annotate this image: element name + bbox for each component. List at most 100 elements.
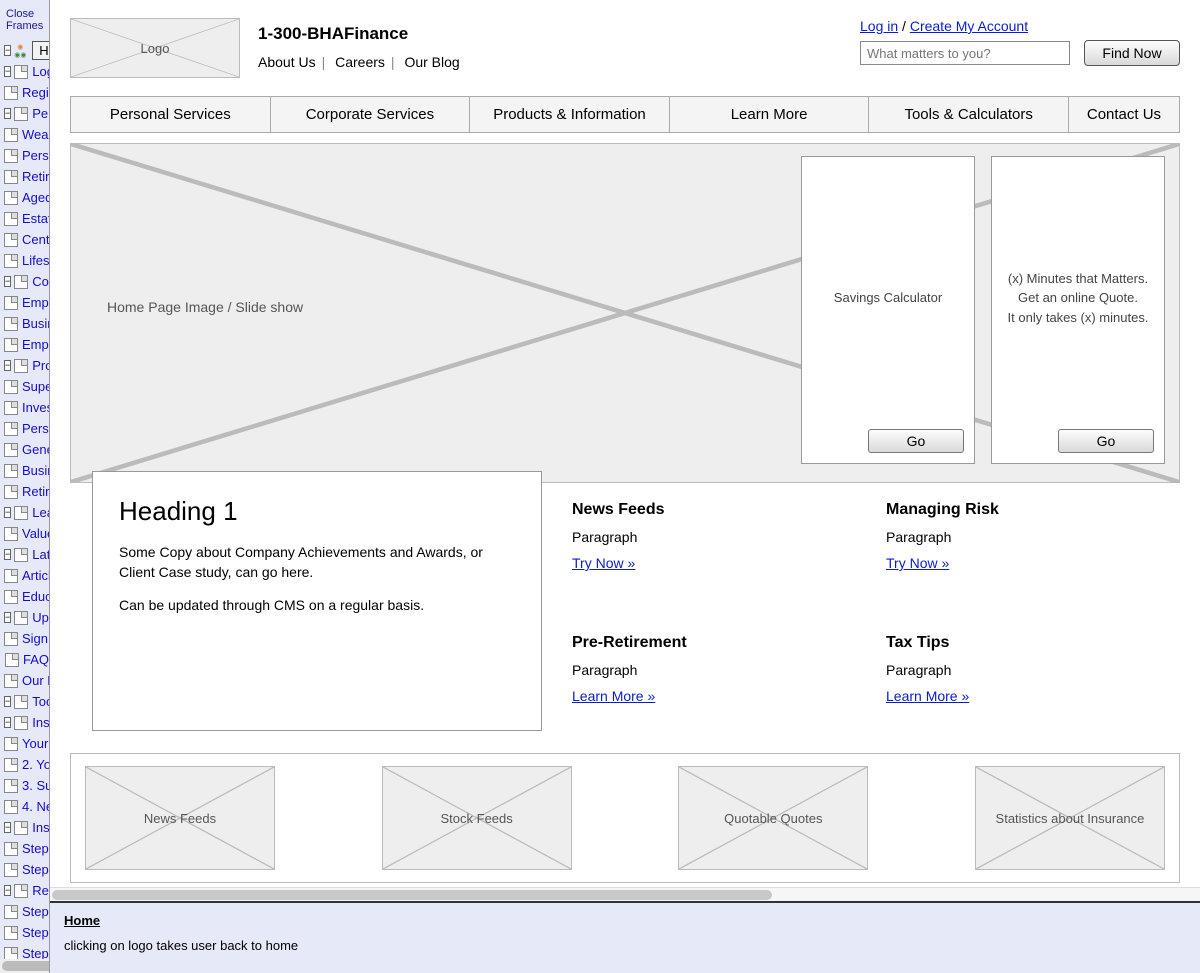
tree-item[interactable]: −Upcoming Events (4, 607, 49, 628)
tree-item[interactable]: Register (4, 82, 49, 103)
main-area: Logo 1-300-BHAFinance About Us| Careers|… (50, 0, 1200, 973)
tree-item[interactable]: Wealth Building (4, 124, 49, 145)
info-link[interactable]: Try Now » (572, 555, 635, 571)
canvas-scroll[interactable]: Logo 1-300-BHAFinance About Us| Careers|… (50, 0, 1200, 887)
tree-item[interactable]: Step 1 (4, 901, 49, 922)
tree-item[interactable]: Your current situation (4, 733, 49, 754)
tree-item[interactable]: 4. Next Steps (4, 796, 49, 817)
tree-item[interactable]: − Corporate Services (4, 271, 49, 292)
collapse-icon[interactable]: − (4, 66, 11, 77)
collapse-icon[interactable]: − (4, 360, 11, 371)
tile-placeholder[interactable]: Quotable Quotes (678, 766, 868, 870)
collapse-icon[interactable]: − (4, 696, 11, 707)
tree-item[interactable]: −Products & Information (4, 355, 49, 376)
careers-link[interactable]: Careers (335, 54, 385, 70)
nav-products[interactable]: Products & Information (470, 97, 670, 132)
tree-item[interactable]: Centrelink Support (4, 229, 49, 250)
info-link[interactable]: Learn More » (572, 688, 655, 704)
nav-personal[interactable]: Personal Services (71, 97, 271, 132)
tree-item[interactable]: −Latest Financial News (4, 544, 49, 565)
tree-item[interactable]: −Retirement Tracker (4, 880, 49, 901)
tree-item-label: Tools and Calculators (32, 694, 49, 709)
login-link[interactable]: Log in (860, 18, 898, 34)
collapse-icon[interactable]: − (4, 717, 11, 728)
tree-item[interactable]: Retirement Planning (4, 166, 49, 187)
tree-item[interactable]: Step 2 (4, 859, 49, 880)
collapse-icon[interactable]: − (4, 612, 11, 623)
tile-placeholder[interactable]: Statistics about Insurance (975, 766, 1165, 870)
nav-learn[interactable]: Learn More (670, 97, 870, 132)
info-link[interactable]: Try Now » (886, 555, 949, 571)
tree-item-label: Register (22, 85, 49, 100)
tree-item-label: Your current situation (22, 736, 49, 751)
collapse-icon[interactable]: − (4, 885, 11, 896)
tree-item[interactable]: −Home (4, 40, 49, 61)
close-frames-link[interactable]: Close Frames (4, 4, 49, 36)
create-account-link[interactable]: Create My Account (910, 18, 1028, 34)
tree-item[interactable]: −Login / Register (4, 61, 49, 82)
tree-item[interactable]: 3. Suggested Level (4, 775, 49, 796)
collapse-icon[interactable]: − (4, 45, 11, 56)
tree-item[interactable]: 2. Your Lifestyle Insurance (4, 754, 49, 775)
tree-item[interactable]: Our Blog (4, 670, 49, 691)
find-now-button[interactable]: Find Now (1084, 40, 1180, 66)
tree-item[interactable]: Value of Advice (4, 523, 49, 544)
quote-go-button[interactable]: Go (1058, 429, 1154, 453)
sidebar-hscroll[interactable] (0, 959, 49, 973)
tree-item[interactable]: − Tools and Calculators (4, 691, 49, 712)
info-item: News FeedsParagraphTry Now » (572, 501, 856, 598)
tree-item[interactable]: −Insurance Quotes (4, 817, 49, 838)
tree-item[interactable]: Aged Care (4, 187, 49, 208)
tree-item[interactable]: Personal Protection (4, 145, 49, 166)
main-hscroll[interactable] (50, 887, 1200, 901)
tile-placeholder[interactable]: News Feeds (85, 766, 275, 870)
nav-tools[interactable]: Tools & Calculators (869, 97, 1069, 132)
tree-item[interactable]: Step 1 (4, 838, 49, 859)
tree-item[interactable]: Personal Insurance (4, 418, 49, 439)
tree-item[interactable]: Step 2 (4, 922, 49, 943)
tree-item[interactable]: −Learn More (4, 502, 49, 523)
tree-item-label: Corporate Services (32, 274, 49, 289)
collapse-icon[interactable]: − (4, 549, 11, 560)
collapse-icon[interactable]: − (4, 507, 11, 518)
tree-item[interactable]: Estate Planning (4, 208, 49, 229)
blog-link[interactable]: Our Blog (404, 54, 459, 70)
tree-item[interactable]: Investments (4, 397, 49, 418)
tree-item[interactable]: −Insurance Needs Analysis (4, 712, 49, 733)
about-link[interactable]: About Us (258, 54, 316, 70)
page-icon (4, 233, 18, 247)
savings-go-button[interactable]: Go (868, 429, 964, 453)
sidebar-scroll[interactable]: Close Frames −Home−Login / Register Regis… (0, 0, 49, 973)
page-icon (14, 107, 28, 121)
tree-item-label: Value of Advice (22, 526, 49, 541)
collapse-icon[interactable]: − (4, 108, 11, 119)
info-link[interactable]: Learn More » (886, 688, 969, 704)
tree-item[interactable]: Superannuation (4, 376, 49, 397)
page-icon (4, 464, 18, 478)
tree-item[interactable]: Retirement Income (4, 481, 49, 502)
tree-item[interactable]: General Insurance (4, 439, 49, 460)
tree-item[interactable]: −Personal Services (4, 103, 49, 124)
tree-item[interactable]: FAQ (4, 649, 49, 670)
tile-placeholder[interactable]: Stock Feeds (382, 766, 572, 870)
tree-item[interactable]: Business Insurance (4, 460, 49, 481)
tree-item-label: Our Blog (22, 673, 49, 688)
collapse-icon[interactable]: − (4, 276, 11, 287)
tree-item[interactable]: Sign Up (4, 628, 49, 649)
tree-item[interactable]: Article (4, 565, 49, 586)
page-icon (4, 380, 18, 394)
tree-item[interactable]: Lifestyle and Wellbeing (4, 250, 49, 271)
tree-item[interactable]: Employee Services (4, 334, 49, 355)
tree-item[interactable]: Educational Documents (4, 586, 49, 607)
collapse-icon[interactable]: − (4, 822, 11, 833)
nav-contact[interactable]: Contact Us (1069, 97, 1179, 132)
page-icon (4, 632, 18, 646)
tree-item-label: Article (22, 568, 49, 583)
page-icon (4, 674, 18, 688)
search-input[interactable] (860, 41, 1070, 65)
tree-item[interactable]: Employer Superannuation (4, 292, 49, 313)
logo-placeholder[interactable]: Logo (70, 18, 240, 78)
tree-item[interactable]: Business Insurance (4, 313, 49, 334)
nav-corporate[interactable]: Corporate Services (271, 97, 471, 132)
tree-item-label: Step 2 (22, 925, 49, 940)
